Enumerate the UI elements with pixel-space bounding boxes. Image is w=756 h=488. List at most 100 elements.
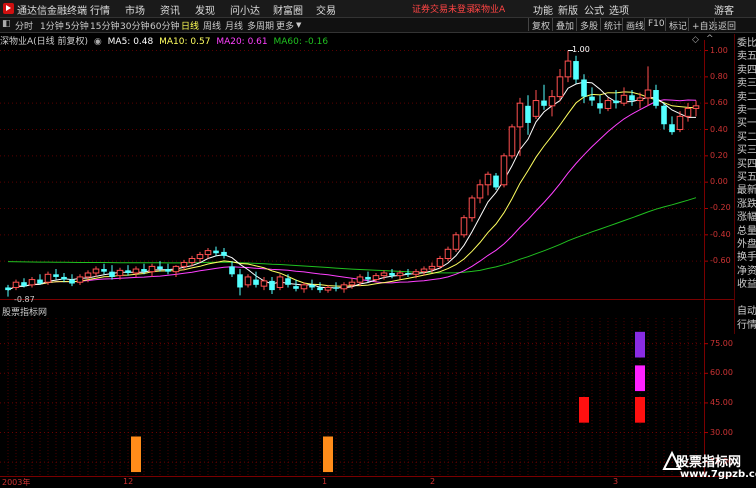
candle-body	[116, 269, 124, 277]
ma10-line	[7, 91, 697, 291]
period-toolbar: ◧ 分时 1分钟 5分钟 15分钟 30分钟 60分钟 日线 周线 月线 多周期…	[0, 18, 756, 33]
menu-item-function[interactable]: 功能	[533, 2, 553, 17]
candle-body	[309, 284, 315, 288]
candle-body	[452, 234, 460, 250]
candle-body	[444, 248, 452, 260]
candle-body	[340, 284, 348, 290]
candle-body	[597, 103, 603, 109]
period-tab[interactable]: 多周期	[247, 19, 274, 32]
candle-body	[317, 287, 323, 291]
high-annotation: 1.00	[572, 44, 590, 54]
quote-row-label: 卖五	[737, 51, 756, 63]
candle-body	[204, 250, 212, 256]
candle-body	[141, 269, 147, 272]
candle-body	[541, 100, 547, 106]
menu-item-wealth[interactable]: 财富圈	[273, 2, 303, 17]
toolbar-button[interactable]: 复权	[528, 18, 553, 32]
side-panel-button[interactable]: 行情	[737, 320, 756, 332]
candle-body	[84, 272, 92, 278]
quote-row-label: 买五	[737, 172, 756, 183]
y-tick-label: 75.00	[710, 338, 733, 348]
candle-body	[468, 197, 476, 219]
menu-item-guest[interactable]: 游客	[714, 2, 734, 17]
candle-body	[180, 261, 188, 267]
period-tab[interactable]: 1分钟	[40, 19, 64, 32]
candle-body	[188, 258, 196, 263]
quote-side-panel: 委比 卖五 卖四 卖三 卖二 卖一 买一 买二 买三 买四 买五 最新 涨跌 涨幅 总量 外盘 换手 净资 收益 自动…	[734, 34, 756, 334]
indicator-bar	[635, 331, 645, 358]
toolbar-button[interactable]: 标记	[665, 18, 690, 32]
menu-item-options[interactable]: 选项	[609, 2, 629, 17]
candle-body	[132, 268, 140, 274]
y-tick-label: 0.60	[710, 98, 728, 108]
bars	[131, 331, 645, 473]
y-tick-label: 0.80	[710, 71, 728, 81]
candle-body	[5, 287, 11, 291]
menu-item-formula[interactable]: 公式	[584, 2, 604, 17]
candle-body	[525, 105, 531, 123]
period-tab[interactable]: 周线	[203, 19, 221, 32]
menu-item-trade[interactable]: 交易	[316, 2, 336, 17]
candle-body	[516, 102, 524, 128]
side-panel-button[interactable]: 自动	[737, 306, 756, 318]
menu-item-newversion[interactable]: 新版	[558, 2, 578, 17]
quote-row-label: 净资	[737, 265, 756, 277]
quote-row-label: 卖二	[737, 91, 756, 103]
candle-body	[493, 175, 499, 188]
menu-item-news[interactable]: 资讯	[160, 2, 180, 17]
quote-row-label: 最新	[737, 185, 756, 197]
quote-row-label: 外盘	[737, 239, 756, 250]
menu-item-ask[interactable]: 问小达	[230, 2, 260, 17]
app-name: 通达信金融终端	[17, 6, 87, 17]
period-tab[interactable]: 15分钟	[90, 19, 119, 32]
candle-body	[692, 105, 700, 109]
y-tick-label: 0.20	[710, 150, 728, 160]
candle-body	[676, 115, 684, 131]
candle-body	[500, 155, 508, 186]
candle-body	[157, 266, 163, 270]
more-chevron-icon[interactable]: ▼	[296, 21, 301, 29]
period-tab[interactable]: 30分钟	[120, 19, 149, 32]
candle-body	[684, 107, 692, 117]
toolbar-button[interactable]: 返回	[714, 18, 739, 32]
period-tab[interactable]: 月线	[225, 19, 243, 32]
x-tick-label: 2	[430, 477, 436, 486]
period-tab-active[interactable]: 日线	[181, 19, 199, 32]
app-logo-icon	[3, 3, 14, 14]
candle-body	[476, 184, 484, 199]
ma5-line	[7, 81, 696, 291]
period-tab[interactable]: 60分钟	[150, 19, 179, 32]
y-tick-label: 1.00	[710, 45, 728, 55]
candle-body	[293, 286, 299, 289]
candle-body	[653, 90, 659, 106]
x-tick-label: 1	[322, 477, 328, 486]
grid	[0, 318, 708, 476]
period-tab[interactable]: 5分钟	[65, 19, 89, 32]
current-stock[interactable]: 深物业A	[472, 2, 505, 15]
y-tick-label: -0.20	[710, 203, 731, 213]
panel-toggle-icon[interactable]: ◧	[2, 19, 11, 29]
indicator-bar	[323, 436, 333, 473]
login-warning[interactable]: 证券交易未登录	[412, 2, 475, 15]
period-tab-more[interactable]: 更多	[276, 19, 294, 32]
y-tick-label: 60.00	[710, 368, 733, 378]
candle-body	[125, 270, 131, 273]
period-tab[interactable]: 分时	[15, 19, 33, 32]
y-tick-label: -0.60	[710, 256, 731, 266]
quote-row-label: 买一	[737, 118, 756, 130]
candle-body	[237, 274, 243, 288]
quote-row-label: 委比	[737, 38, 756, 49]
toolbar-button[interactable]: 叠加	[552, 18, 577, 32]
candle-body	[285, 278, 291, 285]
menu-item-discover[interactable]: 发现	[195, 2, 215, 17]
candle-body	[629, 95, 635, 101]
x-tick-label: 3	[613, 477, 619, 486]
candle-body	[269, 280, 275, 291]
toolbar-button[interactable]: 多股	[576, 18, 601, 32]
candle-body	[356, 276, 364, 283]
menu-item-market[interactable]: 市场	[125, 2, 145, 17]
menu-item-quotes[interactable]: 行情	[90, 2, 110, 17]
candle-body	[300, 284, 308, 290]
candle-body	[253, 279, 259, 285]
watermark-title: 股票指标网	[676, 455, 742, 470]
